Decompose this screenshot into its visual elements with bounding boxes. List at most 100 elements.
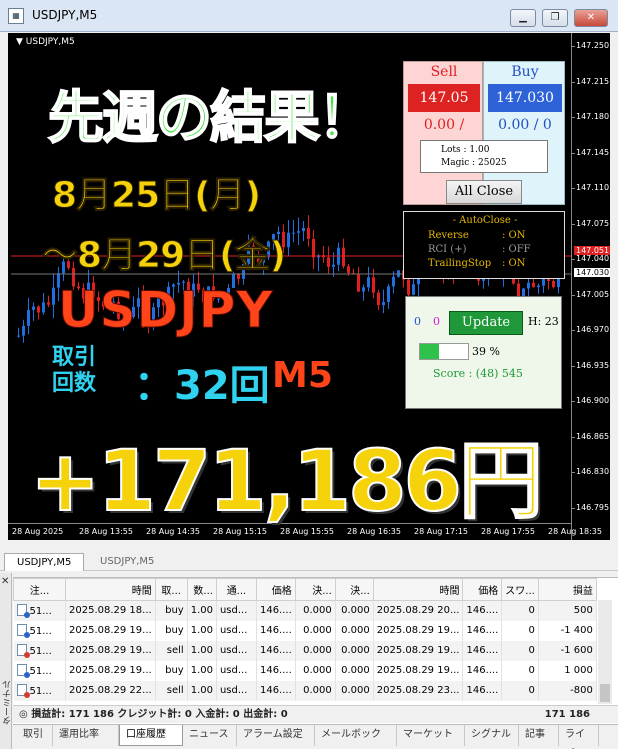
column-header[interactable]: 損益 [537,578,597,601]
price-tick-label: 147.180 [571,112,610,121]
table-cell: usd... [216,680,257,701]
bid-price-tag: 147.030 [574,268,610,277]
progress-bar [419,343,469,360]
window-title: USDJPY,M5 [32,8,98,22]
app-icon: ▦ [8,8,24,24]
table-cell: 1.00 [187,600,217,621]
buy-order-icon [16,604,30,619]
buy-price-button[interactable]: 147.030 [488,84,562,112]
terminal-tab[interactable]: 取引 [17,725,53,746]
column-header[interactable]: 時間 [372,578,464,601]
price-tick-label: 146.795 [571,502,610,512]
candle-body [412,284,415,295]
count-right: 0 [433,315,440,328]
column-header[interactable]: 決... [294,578,336,601]
buy-order-icon [16,624,30,638]
vertical-scrollbar[interactable] [598,600,612,704]
buy-label: Buy [511,64,539,80]
table-cell: 2025.08.29 20... [373,600,464,621]
history-table[interactable]: 注... 時間 取... 数... 通... 価格 決... 決... 時間 価格 スワ... 損益 … [13,577,618,725]
autoclose-title: - AutoClose - [452,215,518,226]
table-row[interactable]: 51... 2025.08.29 19... buy 1.00 usd... 146...… [13,660,597,681]
chart-symbol-text: USDJPY,M5 [25,37,75,47]
column-header[interactable]: 価格 [462,578,503,601]
app-window: ▦ USDJPY,M5 ▁ ❐ ✕ ▼ USDJPY,M5 147.250 147… [0,0,618,749]
table-row[interactable]: 51... 2025.08.29 19... buy 1.00 usd... 146...… [13,620,597,641]
sell-price-button[interactable]: 147.05 [408,84,480,112]
price-chart[interactable]: ▼ USDJPY,M5 147.250 147.215 147.180 147.145… [8,33,610,540]
close-button[interactable]: ✕ [574,9,608,27]
headline-pair: USDJPY [58,281,274,340]
headline-profit: +171,186円 [29,431,544,531]
rci-row[interactable]: RCI (+): OFF [428,244,531,255]
column-header[interactable]: 価格 [255,578,296,601]
price-tick-label: 146.935 [571,360,610,370]
column-header[interactable]: スワ... [501,578,539,601]
chart-tab-1[interactable]: USDJPY,M5 [4,553,85,571]
candle-body [382,302,385,306]
table-cell: 1 000 [538,660,597,681]
column-header[interactable]: 注... [13,578,66,601]
table-cell: 51... [13,620,66,641]
terminal-tab[interactable]: ニュース [183,725,237,746]
table-cell: 0 [501,680,539,701]
column-header[interactable]: 取... [154,578,188,601]
column-header[interactable]: 通... [215,578,257,601]
candle-body [52,287,55,305]
table-cell: 2025.08.29 19... [373,620,464,641]
history-grid: 注... 時間 取... 数... 通... 価格 決... 決... 時間 価格 スワ... 損益 … [13,578,597,701]
terminal-tab[interactable]: アラーム設定 [237,725,315,746]
candle-body [537,285,540,288]
all-close-button[interactable]: All Close [446,180,522,204]
magic-text: Magic : 25025 [441,158,507,168]
trailing-row[interactable]: TrailingStop: ON [428,258,526,269]
h-label: H: 23 [528,315,559,328]
table-header-row: 注... 時間 取... 数... 通... 価格 決... 決... 時間 価格 スワ... 損益 [13,578,597,601]
scroll-thumb[interactable] [600,684,610,702]
terminal-tab[interactable]: ライブ [559,725,599,746]
terminal-tab[interactable]: 運用比率 [53,725,119,746]
sell-price-tag: 147.051 [574,246,610,255]
chart-symbol-label: ▼ USDJPY,M5 [16,37,75,47]
chart-tab-2[interactable]: USDJPY,M5 [88,553,166,571]
rci-value: : OFF [502,244,531,255]
column-header[interactable]: 決... [334,578,374,601]
candle-body [302,227,305,232]
table-cell: 2025.08.29 19... [65,640,156,661]
column-header[interactable]: 時間 [65,578,156,601]
table-row[interactable]: 51... 2025.08.29 18... buy 1.00 usd... 146...… [13,600,597,621]
time-tick-label: 28 Aug 18:35 [548,527,602,536]
table-row[interactable]: 51... 2025.08.29 19... sell 1.00 usd... 146..… [13,640,597,661]
reverse-row[interactable]: Reverse: ON [428,230,526,241]
headline-date-start: 8月25日(月) [51,175,261,217]
candle-body [287,232,290,248]
table-cell: buy [155,660,188,681]
update-button[interactable]: Update [449,311,523,335]
terminal-tab[interactable]: 口座履歴 [119,725,183,746]
table-cell: -1 400 [538,620,597,641]
candle-body [347,266,350,274]
terminal-tab[interactable]: マーケット [397,725,465,746]
table-cell: 1.00 [187,680,217,701]
candle-body [22,325,25,336]
price-tick-label: 147.040 [571,254,610,263]
column-header[interactable]: 数... [186,578,217,601]
table-cell: 146.... [462,620,503,641]
table-cell: 2025.08.29 19... [373,660,464,681]
count-left: 0 [414,315,421,328]
terminal-tab[interactable]: シグナル [465,725,519,746]
terminal-tab[interactable]: メールボックス7 [315,725,397,746]
terminal-tab[interactable]: 記事 [519,725,559,746]
close-icon[interactable]: ✕ [1,576,9,587]
summary-row: ◎ 損益計: 171 186 クレジット計: 0 入金計: 0 出金計: 0 1… [13,705,618,723]
candle-body [27,309,30,326]
candle-body [42,302,45,313]
table-cell: -800 [538,680,597,701]
restore-button[interactable]: ❐ [542,9,568,27]
candle-body [377,292,380,306]
minimize-button[interactable]: ▁ [510,9,536,27]
table-row[interactable]: 51... 2025.08.29 22... sell 1.00 usd... 146..… [13,680,597,701]
trailing-value: : ON [502,258,526,269]
headline-trade-label: 取引回数 [52,345,97,396]
price-axis[interactable]: 147.250 147.215 147.180 147.145 147.110 147.0… [571,33,610,540]
